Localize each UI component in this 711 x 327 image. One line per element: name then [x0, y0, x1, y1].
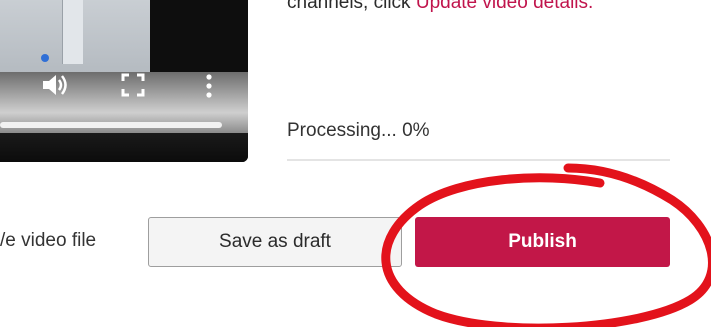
more-options-icon[interactable] — [204, 72, 214, 100]
processing-status: Processing... 0% — [287, 120, 430, 141]
details-hint: channels, click Update video details. — [287, 0, 711, 18]
video-frame-dot — [41, 54, 49, 62]
player-bottom-bar — [0, 133, 248, 162]
volume-icon[interactable] — [40, 70, 70, 100]
video-frame-panel — [62, 0, 83, 64]
progress-divider — [287, 159, 670, 161]
update-video-details-link[interactable]: Update video details. — [416, 0, 593, 13]
video-frame — [0, 0, 150, 72]
details-hint-text: channels, click — [287, 0, 416, 13]
fullscreen-icon[interactable] — [120, 72, 146, 98]
video-preview[interactable] — [0, 0, 248, 162]
save-as-draft-button[interactable]: Save as draft — [148, 217, 402, 267]
seek-bar[interactable] — [0, 122, 222, 128]
publish-button[interactable]: Publish — [415, 217, 670, 267]
video-file-label: /e video file — [0, 230, 97, 251]
